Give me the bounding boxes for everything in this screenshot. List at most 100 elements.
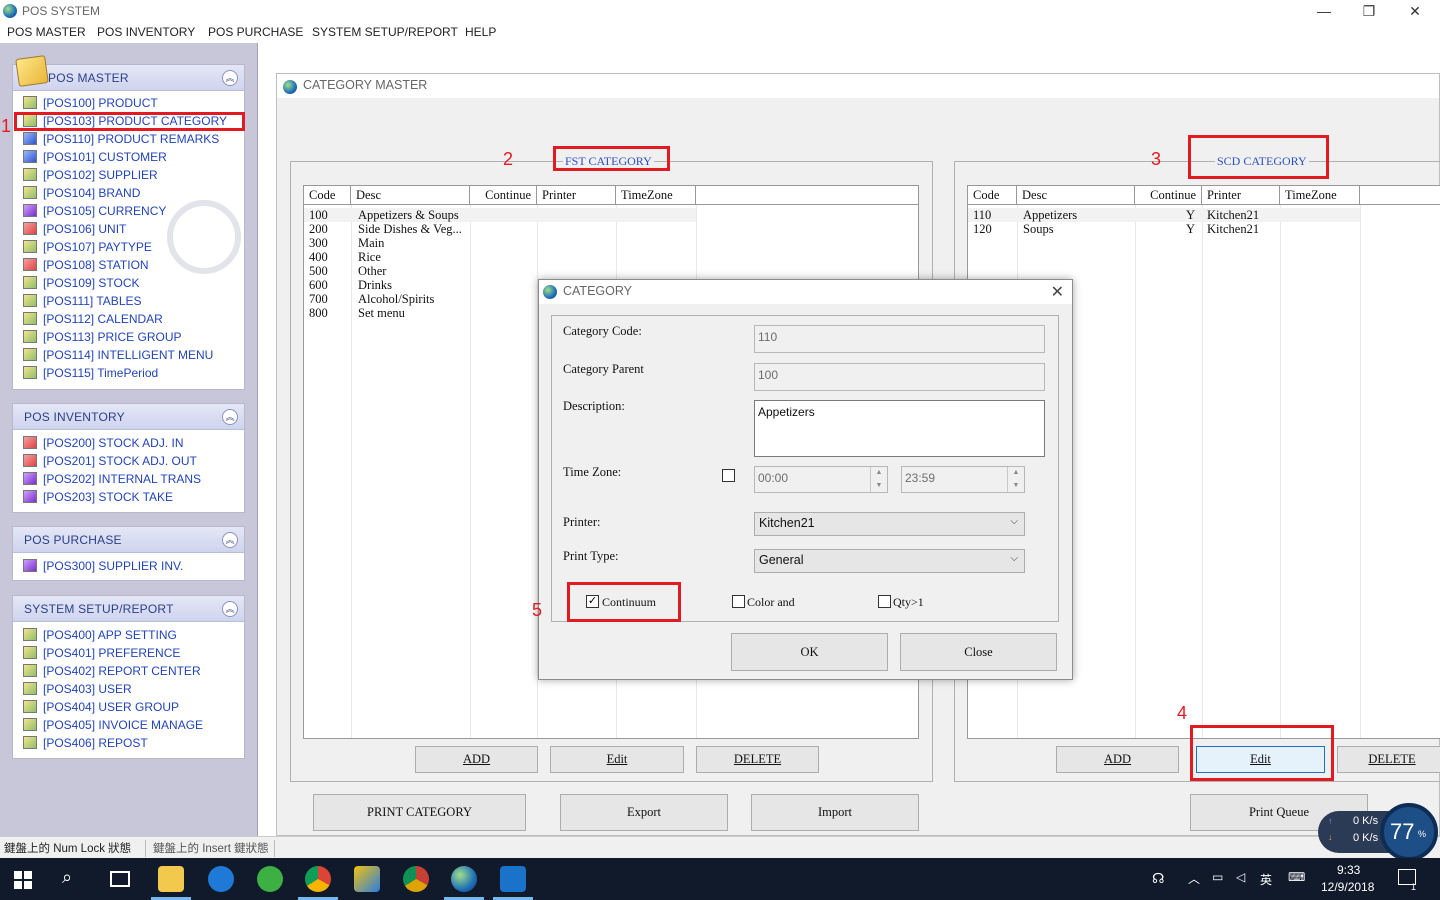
chrome-canary-icon[interactable]: [403, 866, 429, 892]
menu-pos-inventory[interactable]: POS INVENTORY: [97, 25, 195, 39]
network-icon[interactable]: ▭: [1212, 870, 1223, 884]
search-icon[interactable]: ⌕: [62, 867, 72, 888]
table-row[interactable]: 100 Appetizers & Soups: [304, 208, 696, 222]
col-printer[interactable]: Printer: [1202, 186, 1280, 205]
menu-system-setup[interactable]: SYSTEM SETUP/REPORT: [312, 25, 458, 39]
pos-system-icon[interactable]: [451, 866, 477, 892]
restore-icon[interactable]: ❐: [1354, 2, 1384, 20]
col-printer[interactable]: Printer: [537, 186, 616, 205]
nav-item-calendar[interactable]: [POS112] CALENDAR: [23, 312, 163, 328]
collapse-icon[interactable]: ︽: [222, 409, 238, 425]
edge-icon[interactable]: [208, 866, 234, 892]
timezone-from-field[interactable]: 00:00 ▲ ▼: [754, 466, 888, 493]
fst-add-button[interactable]: ADD: [415, 746, 538, 773]
col-desc[interactable]: Desc: [1017, 186, 1135, 205]
nav-item-preference[interactable]: [POS401] PREFERENCE: [23, 646, 180, 662]
dialog-close-button[interactable]: Close: [900, 633, 1057, 671]
nav-item-timeperiod[interactable]: [POS115] TimePeriod: [23, 366, 158, 382]
print-category-button[interactable]: PRINT CATEGORY: [313, 794, 526, 831]
nav-item-tables[interactable]: [POS111] TABLES: [23, 294, 142, 310]
nav-item-currency[interactable]: [POS105] CURRENCY: [23, 204, 166, 220]
app-icon[interactable]: [354, 866, 380, 892]
timezone-from-spinner[interactable]: ▲ ▼: [870, 467, 887, 492]
nav-item-stock-take[interactable]: [POS203] STOCK TAKE: [23, 490, 173, 506]
collapse-icon[interactable]: ︽: [222, 601, 238, 617]
col-desc[interactable]: Desc: [351, 186, 470, 205]
nav-item-supplier-inv[interactable]: [POS300] SUPPLIER INV.: [23, 559, 183, 575]
nav-item-stock[interactable]: [POS109] STOCK: [23, 276, 140, 292]
description-field[interactable]: Appetizers: [754, 400, 1045, 457]
teamviewer-icon[interactable]: [500, 866, 526, 892]
spin-up-icon[interactable]: ▲: [871, 467, 887, 480]
nav-item-repost[interactable]: [POS406] REPOST: [23, 736, 148, 752]
collapse-icon[interactable]: ︽: [222, 70, 238, 86]
col-continue[interactable]: Continue: [470, 186, 537, 205]
menu-help[interactable]: HELP: [465, 25, 496, 39]
timezone-to-spinner[interactable]: ▲ ▼: [1007, 467, 1024, 492]
scd-add-button[interactable]: ADD: [1056, 746, 1179, 773]
category-parent-field[interactable]: 100: [754, 363, 1045, 391]
fst-edit-button[interactable]: Edit: [550, 746, 684, 773]
printer-select[interactable]: Kitchen21 ⌵: [754, 512, 1025, 536]
nav-item-report-center[interactable]: [POS402] REPORT CENTER: [23, 664, 201, 680]
panel-header[interactable]: POS PURCHASE ︽: [13, 527, 244, 553]
col-timezone[interactable]: TimeZone: [1280, 186, 1360, 205]
browser-icon[interactable]: [257, 866, 283, 892]
print-type-select[interactable]: General ⌵: [754, 549, 1025, 573]
menu-pos-master[interactable]: POS MASTER: [7, 25, 86, 39]
col-timezone[interactable]: TimeZone: [616, 186, 696, 205]
ok-button[interactable]: OK: [731, 633, 888, 671]
nav-item-user[interactable]: [POS403] USER: [23, 682, 132, 698]
table-row[interactable]: 400 Rice: [304, 250, 918, 264]
task-view-icon[interactable]: [110, 871, 130, 887]
volume-icon[interactable]: ◁: [1236, 870, 1245, 884]
col-code[interactable]: Code: [968, 186, 1017, 205]
file-explorer-icon[interactable]: [158, 866, 184, 892]
nav-item-intelligent-menu[interactable]: [POS114] INTELLIGENT MENU: [23, 348, 213, 364]
table-row[interactable]: 500 Other: [304, 264, 918, 278]
qty-checkbox[interactable]: [878, 595, 891, 608]
spin-down-icon[interactable]: ▼: [871, 480, 887, 493]
nav-item-product-remarks[interactable]: [POS110] PRODUCT REMARKS: [23, 132, 219, 148]
export-button[interactable]: Export: [560, 794, 728, 831]
chrome-icon[interactable]: [305, 866, 331, 892]
col-code[interactable]: Code: [304, 186, 351, 205]
nav-item-app-setting[interactable]: [POS400] APP SETTING: [23, 628, 177, 644]
table-row[interactable]: 200 Side Dishes & Veg...: [304, 222, 918, 236]
tray-chevron-icon[interactable]: ︿: [1188, 870, 1200, 887]
col-continue[interactable]: Continue: [1135, 186, 1202, 205]
table-row[interactable]: 120 Soups Y Kitchen21: [968, 222, 1440, 236]
nav-item-station[interactable]: [POS108] STATION: [23, 258, 149, 274]
nav-item-stock-adj-in[interactable]: [POS200] STOCK ADJ. IN: [23, 436, 184, 452]
menu-pos-purchase[interactable]: POS PURCHASE: [208, 25, 303, 39]
keyboard-icon[interactable]: ⌨: [1288, 870, 1305, 884]
clock-time[interactable]: 9:33: [1337, 863, 1360, 877]
windows-start-icon[interactable]: [14, 871, 32, 889]
nav-item-brand[interactable]: [POS104] BRAND: [23, 186, 140, 202]
nav-item-price-group[interactable]: [POS113] PRICE GROUP: [23, 330, 182, 346]
nav-item-invoice-manage[interactable]: [POS405] INVOICE MANAGE: [23, 718, 203, 734]
collapse-icon[interactable]: ︽: [222, 532, 238, 548]
network-speed-widget[interactable]: ↑ 0 K/s ↓ 0 K/s 77 %: [1318, 797, 1440, 861]
ime-indicator[interactable]: 英: [1260, 871, 1272, 888]
people-icon[interactable]: ☊: [1152, 870, 1164, 887]
nav-item-customer[interactable]: [POS101] CUSTOMER: [23, 150, 167, 166]
table-row[interactable]: 110 Appetizers Y Kitchen21: [968, 208, 1360, 222]
nav-item-product[interactable]: [POS100] PRODUCT: [23, 96, 158, 112]
color-checkbox[interactable]: [732, 595, 745, 608]
fst-delete-button[interactable]: DELETE: [696, 746, 819, 773]
nav-item-supplier[interactable]: [POS102] SUPPLIER: [23, 168, 158, 184]
nav-item-user-group[interactable]: [POS404] USER GROUP: [23, 700, 179, 716]
scd-delete-button[interactable]: DELETE: [1337, 746, 1440, 773]
spin-up-icon[interactable]: ▲: [1008, 467, 1024, 480]
spin-down-icon[interactable]: ▼: [1008, 480, 1024, 493]
timezone-checkbox[interactable]: [722, 469, 735, 482]
nav-item-paytype[interactable]: [POS107] PAYTYPE: [23, 240, 152, 256]
minimize-icon[interactable]: —: [1309, 2, 1339, 20]
clock-date[interactable]: 12/9/2018: [1321, 880, 1374, 894]
panel-header[interactable]: POS INVENTORY ︽: [13, 404, 244, 430]
panel-header[interactable]: SYSTEM SETUP/REPORT ︽: [13, 596, 244, 622]
category-code-field[interactable]: 110: [754, 325, 1045, 353]
nav-item-stock-adj-out[interactable]: [POS201] STOCK ADJ. OUT: [23, 454, 197, 470]
timezone-to-field[interactable]: 23:59 ▲ ▼: [901, 466, 1025, 493]
